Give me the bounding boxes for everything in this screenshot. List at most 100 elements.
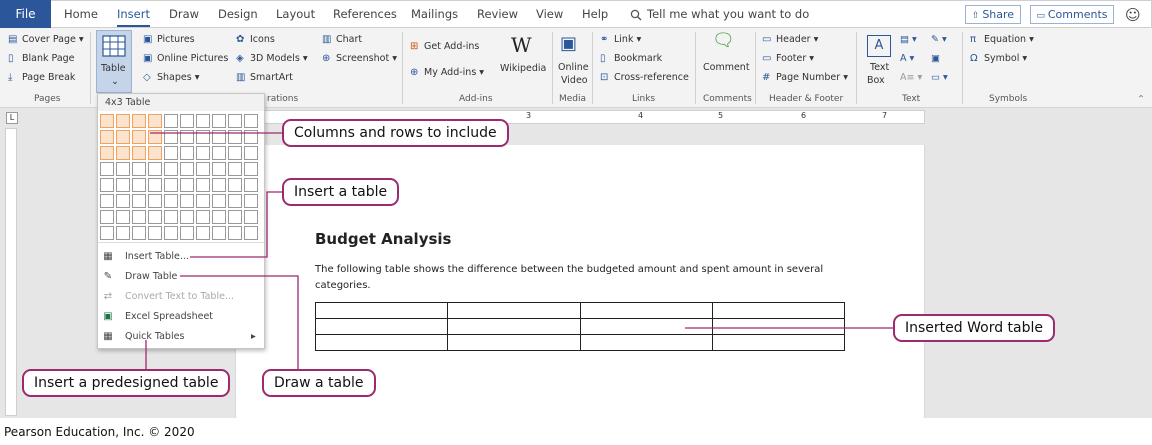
tab-file[interactable]: File [0,0,51,28]
grid-cell[interactable] [132,146,146,160]
smartart-button[interactable]: ▥ SmartArt [236,72,293,83]
grid-cell[interactable] [196,146,210,160]
grid-cell[interactable] [100,130,114,144]
grid-cell[interactable] [100,194,114,208]
grid-cell[interactable] [148,146,162,160]
table-button[interactable]: Table ⌄ [96,30,132,93]
grid-cell[interactable] [116,162,130,176]
grid-cell[interactable] [212,194,226,208]
grid-cell[interactable] [100,114,114,128]
text-box-label-2[interactable]: Box [867,75,885,86]
grid-cell[interactable] [116,194,130,208]
grid-cell[interactable] [164,130,178,144]
comment-button-label[interactable]: Comment [703,62,750,73]
header-button[interactable]: ▭ Header ▾ [762,34,818,45]
table-cell[interactable] [711,302,846,319]
table-cell[interactable] [314,302,449,319]
table-cell[interactable] [579,334,713,351]
equation-button[interactable]: π Equation ▾ [970,34,1034,45]
grid-cell[interactable] [244,146,258,160]
grid-cell[interactable] [196,114,210,128]
vertical-ruler[interactable] [5,128,17,416]
grid-cell[interactable] [212,114,226,128]
date-time-icon[interactable]: ▣ [931,53,940,64]
online-video-icon[interactable]: ▣ [560,33,577,54]
grid-cell[interactable] [196,194,210,208]
tab-draw[interactable]: Draw [169,0,199,28]
grid-cell[interactable] [116,130,130,144]
grid-cell[interactable] [164,146,178,160]
grid-cell[interactable] [180,226,194,240]
document-heading[interactable]: Budget Analysis [315,230,451,248]
grid-cell[interactable] [228,210,242,224]
grid-cell[interactable] [244,162,258,176]
table-cell[interactable] [447,334,581,351]
draw-table-menu-item[interactable]: ✎ Draw Table [101,268,178,285]
online-pictures-button[interactable]: ▣ Online Pictures [143,53,228,64]
grid-cell[interactable] [212,146,226,160]
page-break-button[interactable]: ⤓ Page Break [8,72,75,83]
grid-cell[interactable] [212,226,226,240]
grid-cell[interactable] [164,162,178,176]
online-video-label-2[interactable]: Video [561,75,588,86]
grid-cell[interactable] [228,146,242,160]
quick-tables-menu-item[interactable]: ▦ Quick Tables ▸ [101,328,256,345]
grid-cell[interactable] [228,226,242,240]
tab-references[interactable]: References [333,0,397,28]
grid-cell[interactable] [148,194,162,208]
table-cell[interactable] [447,302,581,319]
grid-cell[interactable] [164,194,178,208]
inserted-word-table[interactable] [314,302,846,351]
comments-button[interactable]: ▭ Comments [1030,5,1114,24]
quick-parts-icon[interactable]: ▤ ▾ [900,34,917,45]
tab-selector[interactable]: L [6,112,18,124]
wordart-icon[interactable]: A ▾ [900,53,914,64]
grid-cell[interactable] [148,162,162,176]
grid-cell[interactable] [180,178,194,192]
grid-cell[interactable] [228,194,242,208]
table-cell[interactable] [314,334,449,351]
tab-home[interactable]: Home [64,0,98,28]
text-box-label-1[interactable]: Text [870,62,889,73]
grid-cell[interactable] [180,146,194,160]
grid-cell[interactable] [116,178,130,192]
tab-insert[interactable]: Insert [117,0,150,27]
icons-button[interactable]: ✿ Icons [236,34,275,45]
grid-cell[interactable] [132,162,146,176]
table-cell[interactable] [711,334,846,351]
online-video-label-1[interactable]: Online [558,62,589,73]
grid-cell[interactable] [100,210,114,224]
grid-cell[interactable] [180,114,194,128]
grid-cell[interactable] [132,114,146,128]
grid-cell[interactable] [132,194,146,208]
grid-cell[interactable] [228,114,242,128]
grid-cell[interactable] [148,210,162,224]
grid-cell[interactable] [244,114,258,128]
table-cell[interactable] [579,318,713,335]
tell-me-search[interactable]: Tell me what you want to do [630,0,809,28]
grid-cell[interactable] [148,226,162,240]
insert-table-menu-item[interactable]: ▦ Insert Table... [101,248,189,265]
grid-cell[interactable] [196,210,210,224]
collapse-ribbon-icon[interactable]: ⌃ [1137,94,1145,105]
grid-cell[interactable] [196,178,210,192]
grid-cell[interactable] [196,130,210,144]
symbol-button[interactable]: Ω Symbol ▾ [970,53,1027,64]
text-box-icon[interactable]: A [867,35,891,57]
table-cell[interactable] [711,318,846,335]
3d-models-button[interactable]: ◈ 3D Models ▾ [236,53,308,64]
convert-text-menu-item[interactable]: ⇄ Convert Text to Table... [101,288,234,305]
drop-cap-icon[interactable]: A≡ ▾ [900,72,922,83]
pictures-button[interactable]: ▣ Pictures [143,34,195,45]
grid-cell[interactable] [116,226,130,240]
grid-cell[interactable] [116,210,130,224]
grid-cell[interactable] [116,114,130,128]
grid-cell[interactable] [244,226,258,240]
grid-cell[interactable] [212,210,226,224]
table-cell[interactable] [314,318,449,335]
grid-cell[interactable] [196,226,210,240]
grid-cell[interactable] [100,162,114,176]
wikipedia-label[interactable]: Wikipedia [500,63,546,74]
grid-cell[interactable] [132,130,146,144]
footer-button[interactable]: ▭ Footer ▾ [762,53,814,64]
